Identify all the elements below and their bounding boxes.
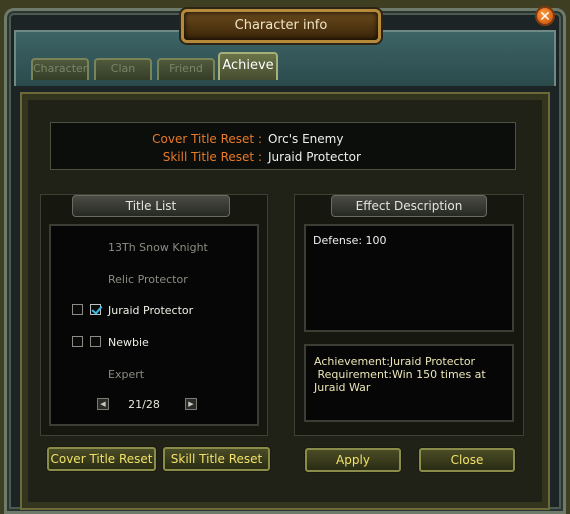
requirement-line: Requirement:Win 150 times at <box>314 368 486 381</box>
skill-title-reset-button[interactable]: Skill Title Reset <box>163 447 270 471</box>
title-list-item[interactable]: 13Th Snow Knight <box>108 241 208 254</box>
cover-title-checkbox[interactable] <box>72 304 83 315</box>
tab-clan[interactable]: Clan <box>94 58 152 80</box>
tab-friend[interactable]: Friend <box>157 58 215 80</box>
skill-title-label: Skill Title Reset : <box>162 150 262 164</box>
skill-title-checkbox[interactable] <box>90 336 101 347</box>
title-list-item[interactable]: Expert <box>108 368 144 381</box>
skill-title-value: Juraid Protector <box>268 150 361 164</box>
title-list-item[interactable]: Newbie <box>108 336 149 349</box>
cover-title-reset-button[interactable]: Cover Title Reset <box>47 447 156 471</box>
tab-achieve[interactable]: Achieve <box>218 52 278 80</box>
requirement-line-cont: Juraid War <box>314 381 371 394</box>
cover-title-checkbox[interactable] <box>72 336 83 347</box>
achievement-line: Achievement:Juraid Protector <box>314 355 476 368</box>
title-list-item[interactable]: Relic Protector <box>108 273 188 286</box>
prev-page-icon[interactable]: ◀ <box>97 398 109 410</box>
skill-title-checkbox[interactable] <box>90 304 101 315</box>
effect-description-text: Defense: 100 <box>313 234 387 247</box>
page-indicator: 21/28 <box>128 398 160 411</box>
close-icon[interactable]: ✕ <box>535 6 555 26</box>
next-page-icon[interactable]: ▶ <box>185 398 197 410</box>
title-list-box <box>49 224 259 426</box>
cover-title-label: Cover Title Reset : <box>152 132 262 146</box>
window-title: Character info <box>181 9 381 43</box>
apply-button[interactable]: Apply <box>305 448 401 472</box>
cover-title-value: Orc's Enemy <box>268 132 344 146</box>
tab-character[interactable]: Character <box>31 58 89 80</box>
effect-header: Effect Description <box>331 195 487 217</box>
close-button[interactable]: Close <box>419 448 515 472</box>
title-list-item[interactable]: Juraid Protector <box>108 304 193 317</box>
title-list-header: Title List <box>72 195 230 217</box>
